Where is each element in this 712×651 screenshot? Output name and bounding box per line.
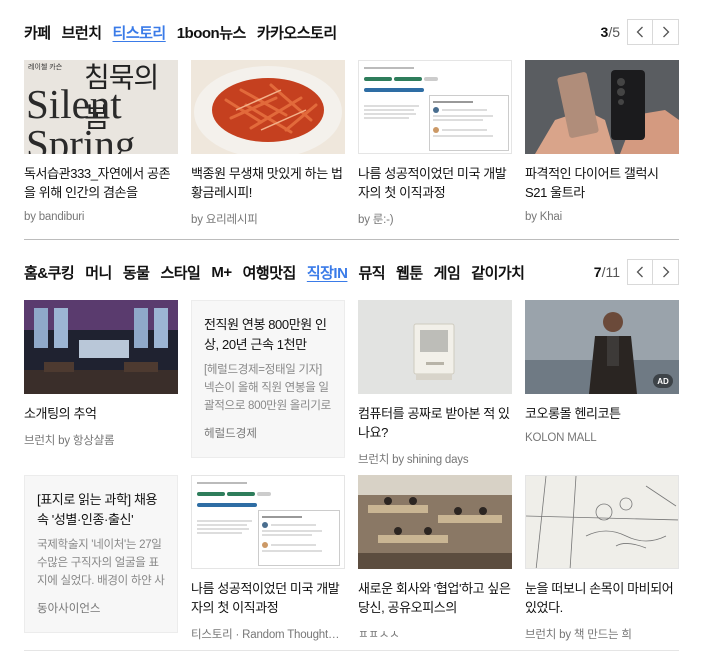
text-card-title[interactable]: [표지로 읽는 과학] 채용 속 '성별·인종·출신' xyxy=(37,490,165,530)
radish-salad-image xyxy=(194,66,342,154)
tab-cafe[interactable]: 카페 xyxy=(24,22,51,43)
ad-badge: AD xyxy=(653,374,673,388)
tab-money[interactable]: 머니 xyxy=(85,262,112,283)
sketch-drawing-image xyxy=(526,476,678,568)
form-screenshot-image xyxy=(359,61,511,153)
thumbnail-sketch xyxy=(525,475,679,569)
thumbnail-book-cover: 레이첼 카슨 침묵의 봄 Silent Spring xyxy=(24,60,178,154)
card-byline: 브런치 by shining days xyxy=(358,454,469,466)
card-silent-spring[interactable]: 레이첼 카슨 침묵의 봄 Silent Spring 독서습관333_자연에서 … xyxy=(24,60,178,223)
thumbnail-cafe-interior xyxy=(24,300,178,394)
tabs-row-2: 홈&쿠킹 머니 동물 스타일 M+ 여행맛집 직장IN 뮤직 웹툰 게임 같이가… xyxy=(24,257,679,287)
tab-travel-food[interactable]: 여행맛집 xyxy=(243,262,297,283)
prev-button[interactable] xyxy=(627,259,653,285)
book-author-text: 레이첼 카슨 xyxy=(28,64,63,71)
tab-game[interactable]: 게임 xyxy=(434,262,461,283)
tab-webtoon[interactable]: 웹툰 xyxy=(396,262,423,283)
thumbnail-macintosh xyxy=(358,300,512,394)
card-title[interactable]: 나름 성공적이었던 미국 개발자의 첫 이직과정 xyxy=(191,579,345,617)
tab-tistory[interactable]: 티스토리 xyxy=(113,22,167,43)
card-byline: by Khai xyxy=(525,211,562,223)
tab-style[interactable]: 스타일 xyxy=(160,262,200,283)
text-card-salary[interactable]: 전직원 연봉 800만원 인상, 20년 근속 1천만 [헤럴드경제=정태일 기… xyxy=(191,300,345,458)
section-jobs: 홈&쿠킹 머니 동물 스타일 M+ 여행맛집 직장IN 뮤직 웹툰 게임 같이가… xyxy=(24,257,679,647)
card-developer-job[interactable]: 나름 성공적이었던 미국 개발자의 첫 이직과정 by 룬:-) xyxy=(358,60,512,227)
thumbnail-job-form xyxy=(191,475,345,569)
tab-1boon-news[interactable]: 1boon뉴스 xyxy=(177,22,247,43)
next-button[interactable] xyxy=(653,259,679,285)
page-current: 7 xyxy=(593,264,602,280)
page-count: 3/5 xyxy=(601,24,620,40)
cafe-interior-image xyxy=(24,300,178,394)
tab-list-2: 홈&쿠킹 머니 동물 스타일 M+ 여행맛집 직장IN 뮤직 웹툰 게임 같이가… xyxy=(24,257,679,287)
thumbnail-coworking-office xyxy=(358,475,512,569)
card-byline: by 룬:-) xyxy=(358,214,394,226)
macintosh-image xyxy=(358,300,512,394)
tab-kakaostory[interactable]: 카카오스토리 xyxy=(257,22,337,43)
text-card-body: [헤럴드경제=정태일 기자] 넥슨이 올해 직원 연봉을 일괄적으로 800만원… xyxy=(204,364,331,412)
card-kolon-ad[interactable]: AD 코오롱몰 헨리코튼 KOLON MALL xyxy=(525,300,679,444)
card-byline: 브런치 by 항상샬롬 xyxy=(24,435,115,447)
card-title[interactable]: 컴퓨터를 공짜로 받아본 적 있나요? xyxy=(358,404,512,442)
card-title[interactable]: 눈을 떠보니 손목이 마비되어 있었다. xyxy=(525,579,679,617)
tab-animals[interactable]: 동물 xyxy=(123,262,150,283)
tab-job-in[interactable]: 직장IN xyxy=(307,262,348,283)
form-screenshot-image xyxy=(192,476,344,568)
chevron-left-icon xyxy=(636,266,643,278)
card-free-computer[interactable]: 컴퓨터를 공짜로 받아본 적 있나요? 브런치 by shining days xyxy=(358,300,512,467)
card-coworking[interactable]: 새로운 회사와 '협업'하고 싶은 당신, 공유오피스의 ㅍㅍㅅㅅ xyxy=(358,475,512,642)
prev-button[interactable] xyxy=(627,19,653,45)
tab-list-1: 카페 브런치 티스토리 1boon뉴스 카카오스토리 xyxy=(24,17,679,47)
thumbnail-radish-salad xyxy=(191,60,345,154)
text-card-body: 국제학술지 '네이처'는 27일 수많은 구직자의 얼굴을 표지에 실었다. 배… xyxy=(37,539,165,587)
card-title[interactable]: 백종원 무생채 맛있게 하는 법 황금레시피! xyxy=(191,164,345,202)
tab-music[interactable]: 뮤직 xyxy=(358,262,385,283)
tab-m-plus[interactable]: M+ xyxy=(211,264,232,281)
card-title[interactable]: 독서습관333_자연에서 공존을 위해 인간의 겸손을 xyxy=(24,164,178,202)
book-title-line2: Spring xyxy=(26,121,136,154)
tab-together-value[interactable]: 같이가치 xyxy=(471,262,525,283)
card-byline: ㅍㅍㅅㅅ xyxy=(358,629,400,641)
tabs-row-1: 카페 브런치 티스토리 1boon뉴스 카카오스토리 3/5 xyxy=(24,17,679,47)
card-byline: by 요리레시피 xyxy=(191,214,258,226)
card-byline: 브런치 by 책 만드는 희 xyxy=(525,629,632,641)
next-button[interactable] xyxy=(653,19,679,45)
card-title[interactable]: 새로운 회사와 '협업'하고 싶은 당신, 공유오피스의 xyxy=(358,579,512,617)
galaxy-phones-image xyxy=(525,60,679,154)
card-byline: by bandiburi xyxy=(24,211,85,223)
card-wrist-paralysis[interactable]: 눈을 떠보니 손목이 마비되어 있었다. 브런치 by 책 만드는 희 xyxy=(525,475,679,642)
card-title[interactable]: 파격적인 다이어트 갤럭시S21 울트라 xyxy=(525,164,679,202)
page-total: /11 xyxy=(601,264,620,280)
page-count: 7/11 xyxy=(594,264,620,280)
page-total: /5 xyxy=(608,24,620,40)
thumbnail-job-form xyxy=(358,60,512,154)
card-byline: KOLON MALL xyxy=(525,432,597,444)
section-divider xyxy=(24,239,679,240)
tab-home-cooking[interactable]: 홈&쿠킹 xyxy=(24,262,75,283)
pager-2: 7/11 xyxy=(594,257,679,287)
card-blind-date[interactable]: 소개팅의 추억 브런치 by 항상샬롬 xyxy=(24,300,178,448)
thumbnail-galaxy-phones xyxy=(525,60,679,154)
text-card-nature-cover[interactable]: [표지로 읽는 과학] 채용 속 '성별·인종·출신' 국제학술지 '네이처'는… xyxy=(24,475,178,633)
card-byline: 티스토리 · Random Thought… xyxy=(191,629,340,641)
thumbnail-henry-cotton: AD xyxy=(525,300,679,394)
section-tistory: 카페 브런치 티스토리 1boon뉴스 카카오스토리 3/5 레이첼 카슨 침묵… xyxy=(24,17,679,227)
card-title[interactable]: 나름 성공적이었던 미국 개발자의 첫 이직과정 xyxy=(358,164,512,202)
card-galaxy-s21[interactable]: 파격적인 다이어트 갤럭시S21 울트라 by Khai xyxy=(525,60,679,223)
card-radish-salad[interactable]: 백종원 무생채 맛있게 하는 법 황금레시피! by 요리레시피 xyxy=(191,60,345,227)
coworking-office-image xyxy=(358,475,512,569)
tab-brunch[interactable]: 브런치 xyxy=(62,22,102,43)
pager-1: 3/5 xyxy=(601,17,679,47)
text-card-source: 동아사이언스 xyxy=(37,603,101,615)
text-card-title[interactable]: 전직원 연봉 800만원 인상, 20년 근속 1천만 xyxy=(204,315,332,355)
text-card-source: 헤럴드경제 xyxy=(204,428,257,440)
chevron-right-icon xyxy=(662,266,669,278)
card-developer-job-2[interactable]: 나름 성공적이었던 미국 개발자의 첫 이직과정 티스토리 · Random T… xyxy=(191,475,345,642)
chevron-left-icon xyxy=(636,26,643,38)
chevron-right-icon xyxy=(662,26,669,38)
